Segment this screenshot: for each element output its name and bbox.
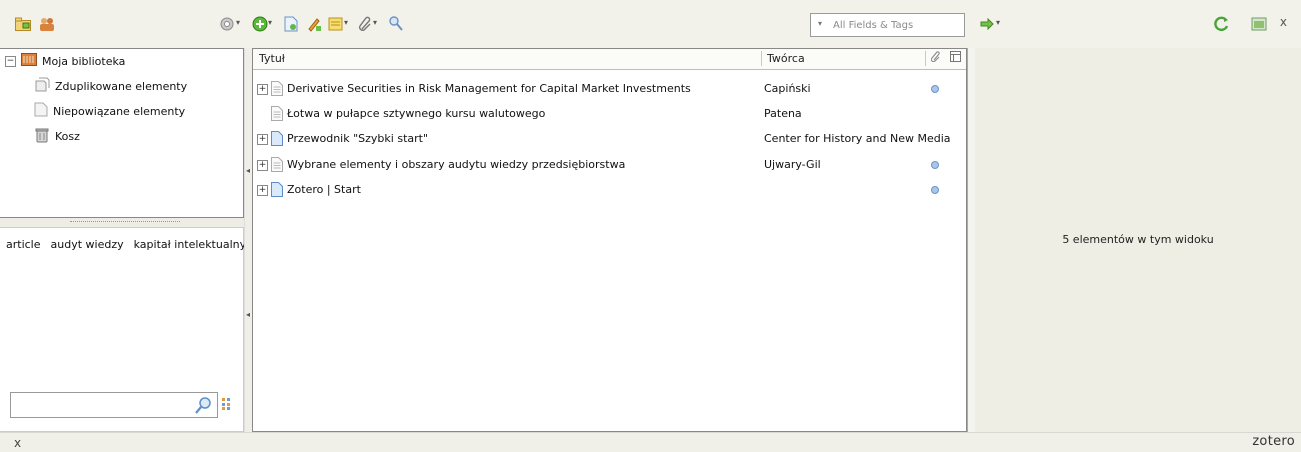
webpage-icon <box>271 182 283 197</box>
close-zotero-button[interactable]: x <box>14 436 21 450</box>
attachment-column-icon[interactable] <box>930 49 941 68</box>
status-bar: x zotero <box>0 432 1301 452</box>
webpage-icon <box>271 131 283 146</box>
item-pane: 5 elementów w tym widoku <box>975 48 1301 432</box>
item-creator: Capiński <box>764 82 811 95</box>
item-row[interactable]: + Zotero | Start <box>253 178 966 203</box>
chevron-down-icon[interactable]: ▾ <box>996 18 1000 27</box>
locate-icon[interactable] <box>978 15 996 33</box>
item-row[interactable]: + Przewodnik "Szybki start" Center for H… <box>253 127 966 152</box>
search-mode-dropdown-icon[interactable]: ▾ <box>818 19 822 28</box>
tag-item[interactable]: kapitał intelektualny <box>134 238 247 251</box>
expand-toggle[interactable]: + <box>257 160 268 171</box>
tag-list: article audyt wiedzy kapitał intelektual… <box>6 238 246 251</box>
new-item-icon[interactable] <box>251 15 269 33</box>
document-icon <box>271 106 283 121</box>
tag-item[interactable]: article <box>6 238 41 251</box>
item-row[interactable]: + Derivative Securities in Risk Manageme… <box>253 77 966 102</box>
column-separator[interactable] <box>925 51 926 66</box>
left-splitter[interactable]: ◂ ◂ <box>244 48 252 432</box>
chevron-down-icon[interactable]: ▾ <box>344 18 348 27</box>
document-icon <box>271 81 283 96</box>
item-title: Wybrane elementy i obszary audytu wiedzy… <box>287 158 626 171</box>
fullscreen-icon[interactable] <box>1250 15 1268 33</box>
collections-pane: − Moja biblioteka Zduplikowane elementy … <box>0 48 244 218</box>
collapse-left-icon[interactable]: ◂ <box>246 166 250 175</box>
trash-icon <box>34 127 50 146</box>
item-title: Przewodnik "Szybki start" <box>287 132 429 145</box>
new-collection-icon[interactable] <box>14 15 32 33</box>
chevron-down-icon[interactable]: ▾ <box>268 18 272 27</box>
advanced-search-icon[interactable] <box>387 15 405 33</box>
item-creator: Center for History and New Media <box>764 132 951 145</box>
column-separator[interactable] <box>761 51 762 66</box>
attachment-dot-icon[interactable] <box>931 186 939 194</box>
chevron-down-icon[interactable]: ▾ <box>236 18 240 27</box>
new-note-icon[interactable] <box>305 15 323 33</box>
attachment-dot-icon[interactable] <box>931 161 939 169</box>
duplicates-icon <box>34 77 50 95</box>
collection-label: Zduplikowane elementy <box>55 79 188 93</box>
column-picker-icon[interactable] <box>950 49 961 68</box>
actions-gear-icon[interactable] <box>218 15 236 33</box>
collapse-toggle[interactable]: − <box>5 55 16 67</box>
new-group-icon[interactable] <box>38 15 56 33</box>
attachment-icon[interactable] <box>356 15 374 33</box>
collection-unfiled[interactable]: Niepowiązane elementy <box>34 101 185 121</box>
zotero-logo: zotero <box>1252 434 1295 449</box>
expand-toggle[interactable]: + <box>257 185 268 196</box>
collection-duplicates[interactable]: Zduplikowane elementy <box>34 76 187 96</box>
tag-actions-icon[interactable] <box>222 398 236 412</box>
library-icon <box>21 52 37 70</box>
chevron-down-icon[interactable]: ▾ <box>373 18 377 27</box>
toolbar: ▾ ▾ ▾ ▾ ▾ ▾ x <box>0 0 1301 48</box>
tag-filter-input[interactable] <box>15 396 190 414</box>
item-creator: Patena <box>764 107 802 120</box>
item-title: Derivative Securities in Risk Management… <box>287 82 691 95</box>
column-header-title[interactable]: Tytuł <box>259 49 285 68</box>
collection-label: Niepowiązane elementy <box>53 104 186 118</box>
item-creator: Ujwary-Gil <box>764 158 821 171</box>
sync-icon[interactable] <box>1213 15 1231 33</box>
collapse-left-icon[interactable]: ◂ <box>246 310 250 319</box>
collections-tags-splitter[interactable] <box>0 218 244 227</box>
item-title: Łotwa w pułapce sztywnego kursu walutowe… <box>287 107 546 120</box>
add-by-identifier-icon[interactable] <box>282 15 300 33</box>
items-header: Tytuł Twórca <box>253 49 966 70</box>
item-title: Zotero | Start <box>287 183 361 196</box>
expand-toggle[interactable]: + <box>257 84 268 95</box>
close-pane-button[interactable]: x <box>1280 15 1287 29</box>
tag-item[interactable]: audyt wiedzy <box>51 238 124 251</box>
search-field[interactable]: ▾ <box>810 13 965 37</box>
search-icon <box>195 396 213 417</box>
standalone-note-icon[interactable] <box>327 15 345 33</box>
right-splitter[interactable] <box>967 48 975 432</box>
tag-filter-field[interactable] <box>10 392 218 418</box>
item-row[interactable]: + Wybrane elementy i obszary audytu wied… <box>253 153 966 178</box>
unfiled-icon <box>34 102 48 120</box>
document-icon <box>271 157 283 172</box>
expand-toggle[interactable]: + <box>257 134 268 145</box>
collection-label: Moja biblioteka <box>42 54 126 68</box>
item-count-message: 5 elementów w tym widoku <box>1062 233 1214 246</box>
items-tree: Tytuł Twórca + Derivative Securities in … <box>252 48 967 432</box>
collection-label: Kosz <box>55 129 80 143</box>
column-header-creator[interactable]: Twórca <box>767 49 805 68</box>
splitter-grip[interactable] <box>70 221 180 224</box>
search-input[interactable] <box>833 16 958 34</box>
collection-trash[interactable]: Kosz <box>34 126 80 146</box>
item-row[interactable]: Łotwa w pułapce sztywnego kursu walutowe… <box>253 102 966 127</box>
attachment-dot-icon[interactable] <box>931 85 939 93</box>
collection-my-library[interactable]: − Moja biblioteka <box>5 51 125 71</box>
